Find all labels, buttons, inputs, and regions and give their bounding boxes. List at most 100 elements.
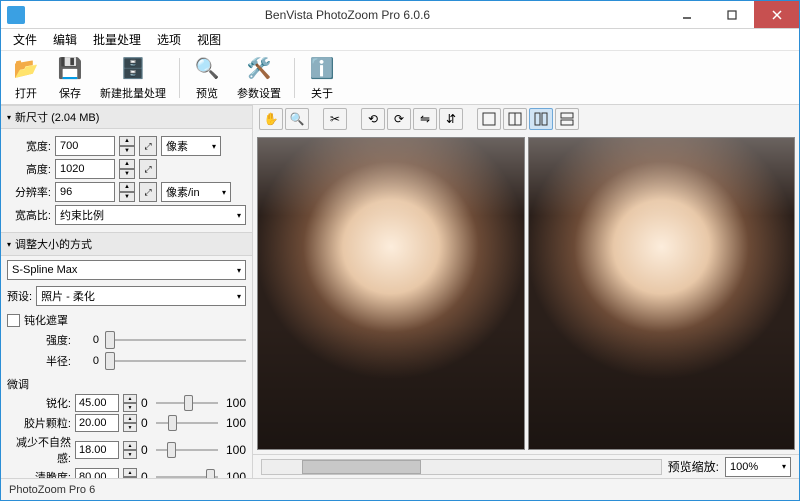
preview-original-pane[interactable] (257, 137, 525, 450)
toolbar-separator (294, 58, 295, 98)
crop-icon: ✂ (330, 112, 340, 126)
minimize-button[interactable] (664, 1, 709, 28)
settings-sidebar: ▾ 新尺寸 (2.04 MB) 宽度: ▲▼ ⤢ 像素▾ 高度: ▲▼ ⤢ 分辨… (1, 105, 253, 478)
view-split-side-button[interactable] (529, 108, 553, 130)
rotate-left-button[interactable]: ⟲ (361, 108, 385, 130)
preview-footer: 预览缩放: 100%▾ (253, 454, 799, 478)
artifact-input[interactable] (75, 441, 119, 459)
width-input[interactable] (55, 136, 115, 156)
rotate-left-icon: ⟲ (368, 112, 378, 126)
width-lock-button[interactable]: ⤢ (139, 136, 157, 156)
artifact-slider[interactable] (156, 442, 218, 458)
radius-slider[interactable] (105, 352, 246, 370)
artifact-spinner[interactable]: ▲▼ (123, 441, 137, 459)
menu-batch[interactable]: 批量处理 (85, 29, 149, 50)
flip-horizontal-icon: ⇋ (420, 112, 430, 126)
flip-v-button[interactable]: ⇵ (439, 108, 463, 130)
finetune-label: 微调 (7, 376, 246, 392)
preview-result-pane[interactable] (528, 137, 796, 450)
menu-file[interactable]: 文件 (5, 29, 45, 50)
crop-tool-button[interactable]: ✂ (323, 108, 347, 130)
crisp-spinner[interactable]: ▲▼ (123, 468, 137, 478)
view-split-stack-button[interactable] (555, 108, 579, 130)
resize-method-header[interactable]: ▾ 调整大小的方式 (1, 232, 252, 256)
open-button[interactable]: 📂 打开 (5, 52, 47, 104)
preview-button[interactable]: 🔍 预览 (186, 52, 228, 104)
aspect-select[interactable]: 约束比例▾ (55, 205, 246, 225)
sharpness-slider[interactable] (156, 395, 218, 411)
height-input[interactable] (55, 159, 115, 179)
status-bar: PhotoZoom Pro 6 (1, 478, 799, 500)
radius-label: 半径: (7, 353, 71, 369)
grain-input[interactable] (75, 414, 119, 432)
new-batch-button[interactable]: 🗄️ 新建批量处理 (93, 52, 173, 104)
resolution-input[interactable] (55, 182, 115, 202)
width-spinner[interactable]: ▲▼ (119, 136, 135, 156)
window-title: BenVista PhotoZoom Pro 6.0.6 (31, 8, 664, 22)
height-label: 高度: (7, 161, 51, 177)
width-label: 宽度: (7, 138, 51, 154)
resolution-label: 分辨率: (7, 184, 51, 200)
sharpness-input[interactable] (75, 394, 119, 412)
resolution-unit-select[interactable]: 像素/in▾ (161, 182, 231, 202)
preview-column: ✋ 🔍 ✂ ⟲ ⟳ ⇋ ⇵ 预览缩放: 100%▾ (253, 105, 799, 478)
magnifier-icon: 🔍 (193, 55, 221, 83)
unsharp-checkbox[interactable] (7, 314, 20, 327)
image-placeholder (529, 138, 795, 449)
tools-icon: 🛠️ (245, 55, 273, 83)
preview-zoom-label: 预览缩放: (668, 458, 719, 475)
flip-h-button[interactable]: ⇋ (413, 108, 437, 130)
unsharp-label: 钝化遮罩 (24, 312, 68, 328)
preview-area (253, 133, 799, 454)
crisp-slider[interactable] (156, 469, 218, 478)
new-size-header[interactable]: ▾ 新尺寸 (2.04 MB) (1, 105, 252, 129)
save-icon: 💾 (56, 55, 84, 83)
preset-select[interactable]: 照片 - 柔化▾ (36, 286, 246, 306)
preset-label: 预设: (7, 288, 32, 304)
maximize-button[interactable] (709, 1, 754, 28)
new-size-title: 新尺寸 (2.04 MB) (15, 109, 99, 125)
resolution-spinner[interactable]: ▲▼ (119, 182, 135, 202)
height-lock-button[interactable]: ⤢ (139, 159, 157, 179)
grain-spinner[interactable]: ▲▼ (123, 414, 137, 432)
sharpness-label: 锐化: (7, 395, 71, 411)
width-unit-select[interactable]: 像素▾ (161, 136, 221, 156)
save-button[interactable]: 💾 保存 (49, 52, 91, 104)
hand-tool-button[interactable]: ✋ (259, 108, 283, 130)
menubar: 文件 编辑 批量处理 选项 视图 (1, 29, 799, 51)
zoom-tool-button[interactable]: 🔍 (285, 108, 309, 130)
grain-label: 胶片颗粒: (7, 415, 71, 431)
hand-icon: ✋ (264, 112, 279, 126)
menu-view[interactable]: 视图 (189, 29, 229, 50)
resize-method-title: 调整大小的方式 (15, 236, 92, 252)
close-button[interactable] (754, 1, 799, 28)
preview-zoom-select[interactable]: 100%▾ (725, 457, 791, 477)
toolbar-separator (179, 58, 180, 98)
crisp-input[interactable] (75, 468, 119, 478)
rotate-right-button[interactable]: ⟳ (387, 108, 411, 130)
about-button[interactable]: ℹ️ 关于 (301, 52, 343, 104)
view-single-button[interactable] (477, 108, 501, 130)
settings-button[interactable]: 🛠️ 参数设置 (230, 52, 288, 104)
titlebar: BenVista PhotoZoom Pro 6.0.6 (1, 1, 799, 29)
preview-toolbar: ✋ 🔍 ✂ ⟲ ⟳ ⇋ ⇵ (253, 105, 799, 133)
view-split-center-button[interactable] (503, 108, 527, 130)
artifact-label: 减少不自然感: (7, 434, 71, 466)
collapse-icon: ▾ (7, 113, 11, 122)
height-spinner[interactable]: ▲▼ (119, 159, 135, 179)
method-select[interactable]: S-Spline Max▾ (7, 260, 246, 280)
app-icon (7, 6, 25, 24)
status-text: PhotoZoom Pro 6 (9, 484, 95, 496)
sharpness-spinner[interactable]: ▲▼ (123, 394, 137, 412)
database-icon: 🗄️ (119, 55, 147, 83)
strength-slider[interactable] (105, 331, 246, 349)
rotate-right-icon: ⟳ (394, 112, 404, 126)
magnifier-icon: 🔍 (290, 112, 305, 126)
aspect-label: 宽高比: (7, 207, 51, 223)
menu-edit[interactable]: 编辑 (45, 29, 85, 50)
menu-options[interactable]: 选项 (149, 29, 189, 50)
horizontal-scrollbar[interactable] (261, 459, 662, 475)
strength-min: 0 (77, 334, 99, 346)
resolution-lock-button[interactable]: ⤢ (139, 182, 157, 202)
grain-slider[interactable] (156, 415, 218, 431)
